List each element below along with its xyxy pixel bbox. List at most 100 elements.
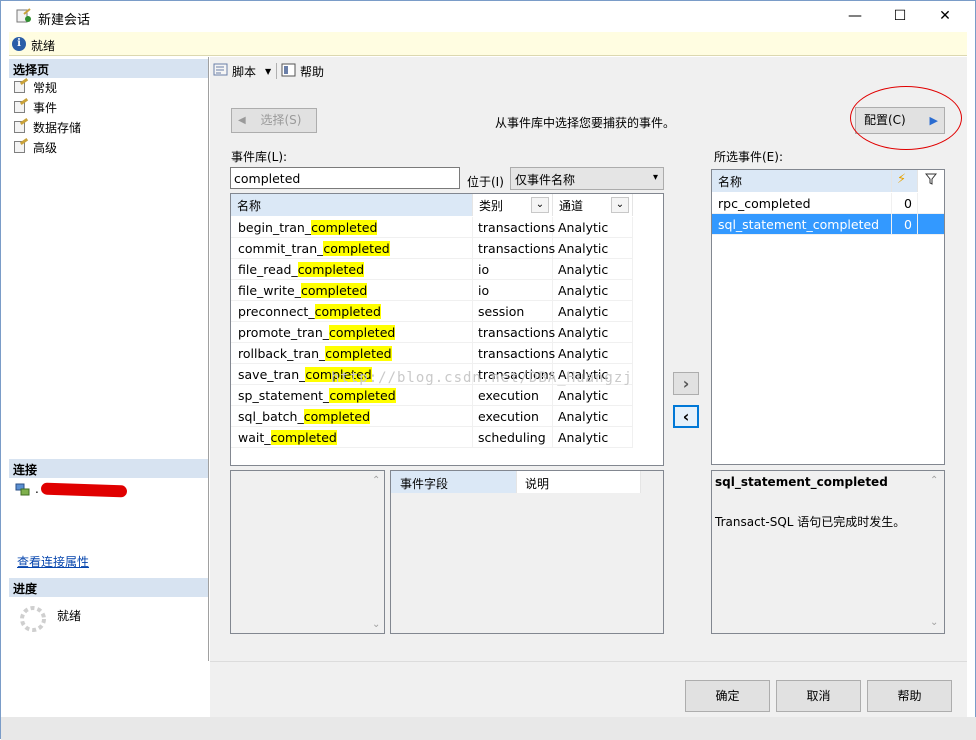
event-channel-cell: Analytic [553,280,633,301]
help-toolbar-button[interactable]: 帮助 [281,62,324,80]
table-row[interactable]: wait_completed scheduling Analytic [231,427,633,448]
column-header-label: 事件字段 [400,477,449,491]
chevron-down-icon: ▼ [265,66,272,76]
selected-event-row[interactable]: sql_statement_completed 0 [712,214,944,235]
view-connection-properties-link[interactable]: 查看连接属性 [17,553,89,570]
filter-column-header[interactable] [918,170,944,192]
scroll-up-icon[interactable]: ⌃ [372,475,380,486]
event-category-cell: transactions [473,238,555,259]
table-row[interactable]: file_read_completed io Analytic [231,259,633,280]
page-item-label: 数据存储 [33,120,82,135]
column-header-category[interactable]: 类别 ⌄ [473,194,553,216]
connection-server: . [35,482,39,496]
scroll-down-icon[interactable]: ⌄ [930,617,938,628]
status-text: 就绪 [31,39,56,53]
add-event-button[interactable]: › [673,372,699,395]
event-category-cell: scheduling [473,427,553,448]
lightning-icon: ⚡ [897,172,907,187]
scroll-up-icon[interactable]: ⌃ [930,475,938,486]
position-select[interactable]: 仅事件名称 ▾ [510,167,664,190]
table-row[interactable]: preconnect_completed session Analytic [231,301,633,322]
annotation-circle [850,86,962,150]
column-header-label: 类别 [479,199,504,213]
selected-event-name: rpc_completed [712,193,892,214]
position-select-value: 仅事件名称 [515,173,576,187]
minimize-button[interactable]: — [832,1,878,32]
search-match-highlight: completed [323,241,390,256]
background-strip [1,717,976,740]
page-item-data-storage[interactable]: 数据存储 [13,117,81,137]
event-name-cell: file_write_completed [231,280,473,301]
table-row[interactable]: sql_batch_completed execution Analytic [231,406,633,427]
table-row[interactable]: file_write_completed io Analytic [231,280,633,301]
search-match-highlight: completed [329,325,396,340]
page-item-advanced[interactable]: 高级 [13,137,57,157]
script-label: 脚本 [232,64,257,79]
left-panel: 选择页 常规 事件 数据存储 高级 连接 . 查看连接属性 进度 就绪 [9,57,209,661]
column-header-name[interactable]: ^ 名称 [231,194,473,216]
scroll-down-icon[interactable]: ⌄ [372,619,380,630]
event-channel-cell: Analytic [553,406,633,427]
select-button-label: 选择(S) [260,113,302,127]
event-name-prefix: begin_tran_ [238,220,312,235]
event-name-prefix: save_tran_ [238,367,306,382]
title-bar: 新建会话 — ☐ ✕ [1,1,975,32]
column-header-description[interactable]: 说明 [517,471,641,493]
maximize-button[interactable]: ☐ [877,1,923,32]
event-name-cell: promote_tran_completed [231,322,473,343]
table-row[interactable]: begin_tran_completed transactions Analytic [231,217,633,238]
filter-icon [924,173,938,188]
help-button[interactable]: 帮助 [867,680,952,712]
search-input[interactable] [230,167,460,189]
event-detail-pane: sql_statement_completed Transact-SQL 语句已… [711,470,945,634]
selected-event-row[interactable]: rpc_completed 0 [712,193,944,214]
search-match-highlight: completed [270,430,337,445]
table-row[interactable]: rollback_tran_completed transactions Analy… [231,343,633,364]
ok-button[interactable]: 确定 [685,680,770,712]
event-name-cell: preconnect_completed [231,301,473,322]
page-item-label: 事件 [33,100,58,115]
table-row[interactable]: commit_tran_completed transactions Analyti… [231,238,633,259]
page-wand-icon [13,97,29,114]
selected-event-count: 0 [892,193,918,214]
event-category-cell: transactions [473,322,555,343]
event-channel-cell: Analytic [553,259,633,280]
cancel-button[interactable]: 取消 [776,680,861,712]
event-name-cell: begin_tran_completed [231,217,473,238]
column-header-channel[interactable]: 通道 ⌄ [553,194,633,216]
page-item-general[interactable]: 常规 [13,77,57,97]
remove-event-button[interactable]: ‹ [673,405,699,428]
table-row[interactable]: sp_statement_completed execution Analytic [231,385,633,406]
event-name-prefix: sql_batch_ [238,409,304,424]
search-match-highlight: completed [329,388,396,403]
select-button[interactable]: ◀ 选择(S) [231,108,317,133]
filter-dropdown-icon[interactable]: ⌄ [531,197,549,213]
column-header-label: 通道 [559,199,584,213]
event-channel-cell: Analytic [553,322,633,343]
pages-header: 选择页 [9,59,208,78]
script-button[interactable]: 脚本 ▼ [213,62,271,80]
progress-status: 就绪 [57,609,82,623]
event-name-prefix: commit_tran_ [238,241,324,256]
filter-dropdown-icon[interactable]: ⌄ [611,197,629,213]
column-header-name[interactable]: ^ 名称 [712,170,892,192]
connection-header: 连接 [9,459,208,478]
event-name-prefix: sp_statement_ [238,388,330,403]
page-item-label: 常规 [33,80,58,95]
toolbar-separator [276,63,277,79]
sort-up-icon: ^ [271,193,279,201]
event-channel-cell: Analytic [553,427,633,448]
event-channel-cell: Analytic [553,217,633,238]
table-row[interactable]: promote_tran_completed transactions Analyt… [231,322,633,343]
server-icon [15,483,31,497]
close-button[interactable]: ✕ [922,1,968,32]
event-name-cell: wait_completed [231,427,473,448]
column-header-event-field[interactable]: ^ 事件字段 [391,471,517,493]
event-category-cell: execution [473,406,553,427]
search-match-highlight: completed [314,304,381,319]
page-item-events[interactable]: 事件 [13,97,57,117]
window-title: 新建会话 [38,13,91,28]
search-match-highlight: completed [303,409,371,424]
actions-column-header[interactable]: ⚡ [892,170,918,192]
search-match-highlight: completed [300,283,368,298]
